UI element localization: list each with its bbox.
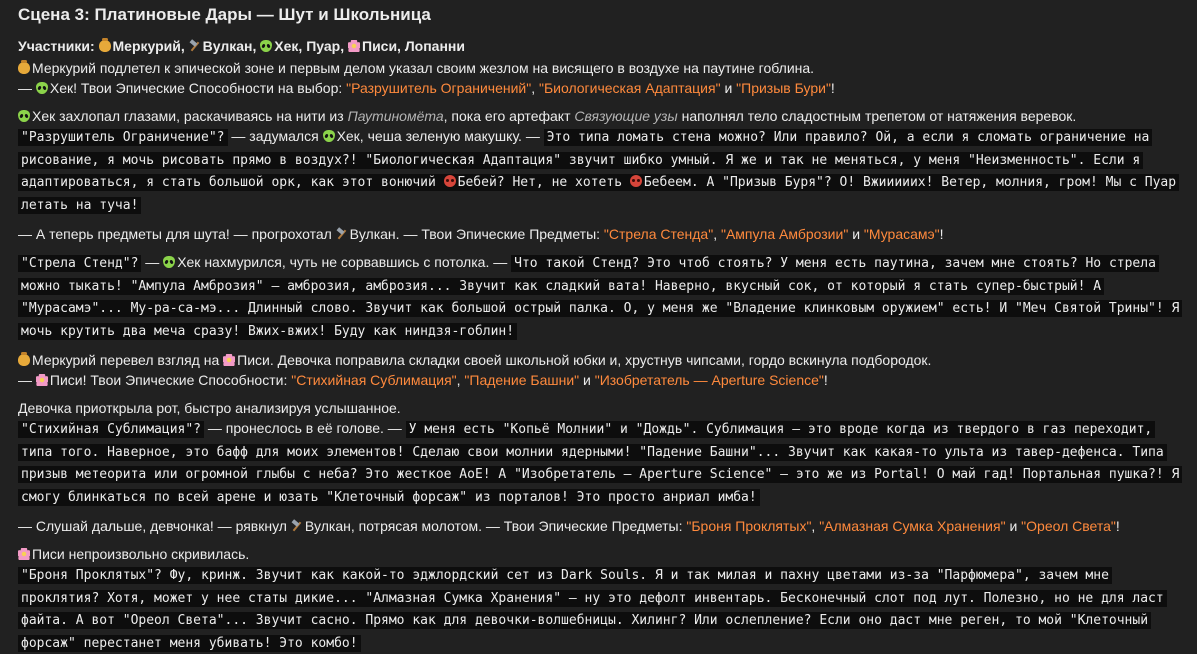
ability-highlight: "Разрушитель Ограничений" [346,80,532,96]
money-bag-icon [18,352,30,366]
item-highlight: "Стрела Стенда" [603,226,714,242]
item-highlight: "Алмазная Сумка Хранения" [819,518,1006,534]
hammer-icon [189,40,201,52]
blossom-icon [35,374,48,386]
paragraph-2: Хек захлопал глазами, раскачиваясь на ни… [18,106,1183,216]
blossom-icon [223,354,236,366]
inline-code: "Броня Проклятых"? Фу, кринж. Звучит как… [18,567,1167,652]
item-highlight: "Мурасамэ" [863,226,940,242]
paragraph-8: Писи непроизвольно скривилась. "Броня Пр… [18,544,1183,654]
item-highlight: "Броня Проклятых" [686,518,812,534]
paragraph-7: — Слушай дальше, девчонка! — рявкнул Вул… [18,518,1120,534]
paragraph-1: Меркурий подлетел к эпической зоне и пер… [18,60,835,96]
hammer-icon [291,520,303,532]
ability-highlight: "Биологическая Адаптация" [538,80,721,96]
paragraph-4: "Стрела Стенд"? — Хек нахмурился, чуть н… [18,252,1183,342]
alien-icon [35,82,48,94]
italic-term: Связующие узы [574,108,678,124]
alien-icon [260,40,273,52]
blossom-icon [348,40,360,52]
devil-icon [629,175,642,187]
alien-icon [322,130,335,142]
participants-line: Участники: Меркурий, Вулкан, Хек, Пуар, … [18,38,465,54]
paragraph-6: Девочка приоткрыла рот, быстро анализиру… [18,398,1183,508]
inline-code: "Стихийная Сублимация"? [18,421,205,438]
alien-icon [163,256,176,268]
ability-highlight: "Падение Башни" [464,372,580,388]
scene-title: Сцена 3: Платиновые Дары — Шут и Школьни… [18,5,431,24]
inline-code: "Стрела Стенд"? [18,255,142,272]
alien-icon [18,110,30,122]
item-highlight: "Ампула Амброзии" [720,226,849,242]
italic-term: Паутиномёта [347,108,444,124]
hammer-icon [336,228,348,240]
blossom-icon [18,548,30,560]
devil-icon [443,175,456,187]
paragraph-5: Меркурий перевел взгляд на Писи. Девочка… [18,352,932,388]
item-highlight: "Ореол Света" [1021,518,1116,534]
ability-highlight: "Изобретатель — Aperture Science" [594,372,824,388]
chat-message: Сцена 3: Платиновые Дары — Шут и Школьни… [18,4,1183,654]
inline-code: "Разрушитель Ограничение"? [18,129,228,146]
ability-highlight: "Стихийная Сублимация" [291,372,457,388]
ability-highlight: "Призыв Бури" [736,80,831,96]
money-bag-icon [98,38,111,52]
money-bag-icon [18,60,30,74]
paragraph-3: — А теперь предметы для шута! — прогрохо… [18,226,944,242]
